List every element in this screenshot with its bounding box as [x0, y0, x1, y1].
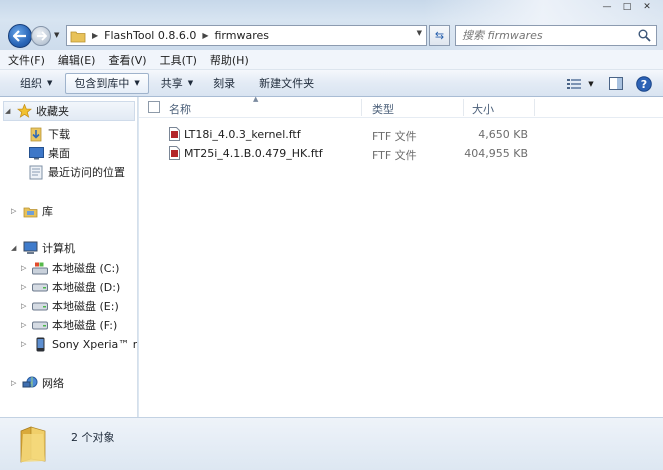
- organize-button[interactable]: 组织 ▼: [12, 73, 60, 94]
- refresh-icon: ⇆: [434, 29, 445, 42]
- expanded-triangle-icon[interactable]: ◢: [5, 107, 15, 115]
- new-folder-button[interactable]: 新建文件夹: [251, 73, 322, 94]
- nav-desktop[interactable]: 桌面: [27, 144, 70, 162]
- file-list: ▲ 名称 类型 大小 LT18i_4.0.3_kernel.ftf FTF 文件…: [139, 95, 663, 417]
- view-options-chevron-icon[interactable]: ▼: [585, 73, 597, 94]
- ftf-file-icon: [169, 146, 180, 160]
- star-icon: [15, 103, 33, 119]
- nav-favorites[interactable]: ◢ 收藏夹: [5, 102, 69, 120]
- phone-icon: [31, 336, 49, 352]
- collapsed-triangle-icon[interactable]: ▷: [11, 207, 21, 215]
- collapsed-triangle-icon[interactable]: ▷: [21, 264, 31, 272]
- nav-network[interactable]: ▷ 网络: [11, 374, 64, 392]
- breadcrumb-flashtool[interactable]: FlashTool 0.8.6.0: [104, 29, 196, 42]
- preview-pane-button[interactable]: [605, 73, 627, 94]
- details-pane: 2 个对象: [0, 417, 663, 470]
- forward-button[interactable]: [31, 26, 51, 46]
- nav-computer[interactable]: ◢ 计算机: [11, 239, 75, 257]
- help-button[interactable]: ?: [633, 73, 655, 94]
- hard-drive-icon: [31, 298, 49, 314]
- svg-text:?: ?: [641, 78, 647, 91]
- collapsed-triangle-icon[interactable]: ▷: [21, 302, 31, 310]
- breadcrumb-separator-icon: ▶: [92, 31, 99, 40]
- chevron-down-icon: ▼: [134, 79, 140, 87]
- select-all-checkbox[interactable]: [148, 101, 160, 113]
- back-button[interactable]: [8, 24, 32, 48]
- item-count: 2 个对象: [71, 431, 115, 444]
- minimize-button[interactable]: —: [597, 0, 617, 14]
- chevron-down-icon: ▼: [187, 79, 194, 87]
- column-type[interactable]: 类型: [372, 101, 394, 117]
- hard-drive-icon: [31, 317, 49, 333]
- change-view-button[interactable]: [563, 73, 585, 94]
- expanded-triangle-icon[interactable]: ◢: [11, 244, 21, 252]
- system-drive-icon: [31, 260, 49, 276]
- chevron-down-icon: ▼: [47, 79, 53, 87]
- nav-drive-c[interactable]: ▷ 本地磁盘 (C:): [21, 259, 119, 277]
- file-row[interactable]: LT18i_4.0.3_kernel.ftf FTF 文件 4,650 KB: [139, 125, 663, 144]
- downloads-folder-icon: [27, 126, 45, 142]
- close-button[interactable]: ✕: [637, 0, 657, 14]
- recent-pages-chevron-icon[interactable]: ▼: [54, 31, 59, 39]
- menu-help[interactable]: 帮助(H): [210, 52, 249, 68]
- column-header: ▲ 名称 类型 大小: [139, 95, 663, 118]
- share-button[interactable]: 共享 ▼: [153, 73, 201, 94]
- search-icon: [638, 29, 651, 42]
- window-titlebar: — □ ✕ ▼ ▶ FlashTool 0.8.6.0 ▶ firmwares …: [0, 0, 663, 50]
- nav-libraries[interactable]: ▷ 库: [11, 202, 53, 220]
- collapsed-triangle-icon[interactable]: ▷: [21, 283, 31, 291]
- search-input[interactable]: [462, 29, 637, 42]
- nav-drive-f[interactable]: ▷ 本地磁盘 (F:): [21, 316, 117, 334]
- nav-downloads[interactable]: 下载: [27, 125, 70, 143]
- library-icon: [21, 203, 39, 219]
- breadcrumb-separator-icon[interactable]: ▶: [202, 31, 208, 40]
- navigation-pane: ◢ 收藏夹 下载 桌面 最近访问的位置 ▷ 库 ◢ 计算机 ▷ 本地磁盘 (C:…: [0, 97, 138, 417]
- help-icon: ?: [636, 75, 652, 92]
- command-bar: 组织 ▼ 包含到库中 ▼ 共享 ▼ 刻录 新建文件夹 ▼ ?: [0, 70, 663, 97]
- menu-bar: 文件(F) 编辑(E) 查看(V) 工具(T) 帮助(H): [0, 50, 663, 70]
- folder-icon: [70, 31, 86, 42]
- file-row[interactable]: MT25i_4.1.B.0.479_HK.ftf FTF 文件 404,955 …: [139, 144, 663, 163]
- nav-drive-e[interactable]: ▷ 本地磁盘 (E:): [21, 297, 119, 315]
- maximize-button[interactable]: □: [617, 0, 637, 14]
- folder-icon: [20, 426, 46, 463]
- menu-tools[interactable]: 工具(T): [160, 52, 197, 68]
- menu-edit[interactable]: 编辑(E): [58, 52, 96, 68]
- menu-view[interactable]: 查看(V): [108, 52, 146, 68]
- computer-icon: [21, 240, 39, 256]
- ftf-file-icon: [169, 127, 180, 141]
- address-bar[interactable]: ▶ FlashTool 0.8.6.0 ▶ firmwares ▼: [66, 25, 427, 46]
- preview-pane-icon: [609, 77, 623, 90]
- nav-phone[interactable]: ▷ Sony Xperia™ neo: [21, 335, 137, 353]
- recent-places-icon: [27, 164, 45, 180]
- column-size[interactable]: 大小: [472, 101, 494, 117]
- search-box[interactable]: [455, 25, 657, 46]
- burn-button[interactable]: 刻录: [205, 73, 243, 94]
- arrow-right-icon: [36, 31, 47, 41]
- column-name[interactable]: 名称: [169, 101, 191, 117]
- arrow-left-icon: [13, 30, 26, 42]
- nav-drive-d[interactable]: ▷ 本地磁盘 (D:): [21, 278, 120, 296]
- menu-file[interactable]: 文件(F): [8, 52, 45, 68]
- collapsed-triangle-icon[interactable]: ▷: [21, 340, 31, 348]
- include-in-library-button[interactable]: 包含到库中 ▼: [65, 72, 149, 94]
- nav-recent-places[interactable]: 最近访问的位置: [27, 163, 125, 181]
- hard-drive-icon: [31, 279, 49, 295]
- network-icon: [21, 375, 39, 391]
- address-dropdown-icon[interactable]: ▼: [417, 29, 422, 37]
- sort-ascending-icon: ▲: [253, 95, 259, 103]
- view-list-icon: [567, 78, 581, 89]
- desktop-icon: [27, 145, 45, 161]
- collapsed-triangle-icon[interactable]: ▷: [21, 321, 31, 329]
- collapsed-triangle-icon[interactable]: ▷: [11, 379, 21, 387]
- breadcrumb-firmwares[interactable]: firmwares: [215, 29, 270, 42]
- refresh-button[interactable]: ⇆: [429, 25, 450, 46]
